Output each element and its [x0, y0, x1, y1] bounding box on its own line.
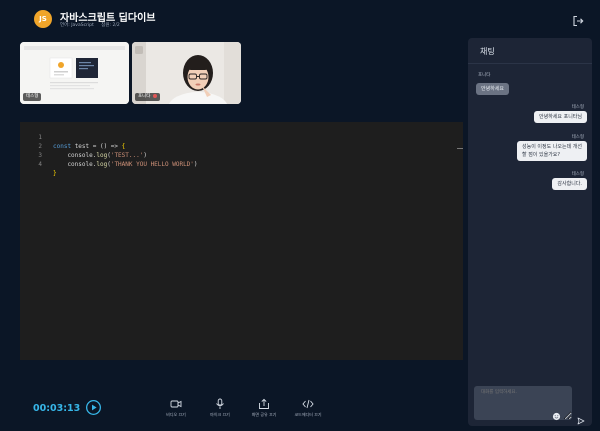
control-label: 마이크 끄기 [210, 412, 230, 417]
chat-message-outgoing: 성능이 이정도 나오는데 개선 할 점이 있을가요? [517, 141, 587, 161]
timer-play-button[interactable] [86, 400, 101, 415]
code-text: console.log('THANK YOU HELLO WORLD') [53, 161, 198, 168]
message-sender: 테스형 [571, 135, 584, 140]
exit-button[interactable] [572, 12, 584, 27]
mic-icon [216, 398, 224, 409]
app-window: JS 자바스크립트 딥다이브 언어: JavaScript 참원: 2/2 테스… [0, 0, 600, 431]
code-line: 1 const test = () => { [20, 124, 125, 150]
toggle-screen-share-button[interactable]: 화면 공유 끄기 [244, 398, 284, 420]
control-label: 비디오 끄기 [166, 412, 186, 417]
share-screen-icon [259, 398, 269, 409]
chat-divider [468, 63, 592, 64]
emoji-icon [552, 412, 561, 421]
mic-off-icon [153, 93, 158, 98]
send-icon [577, 417, 585, 425]
code-icon [302, 399, 314, 409]
code-text: const test = () => { [53, 143, 126, 150]
video-tile-screen-share[interactable]: 테스형 [20, 42, 129, 104]
toggle-code-editor-button[interactable]: 코드에디터 끄기 [288, 398, 328, 420]
header: JS 자바스크립트 딥다이브 언어: JavaScript 참원: 2/2 [0, 0, 600, 36]
message-sender: 포니타 [478, 73, 491, 78]
message-line: 성능이 이정도 나오는데 개선 [522, 144, 582, 150]
exit-icon [573, 15, 584, 27]
play-icon [87, 401, 100, 414]
video-tile-webcam[interactable]: 포니타 [132, 42, 241, 104]
video-icon [170, 400, 182, 408]
room-language: 언어: JavaScript [60, 23, 94, 28]
line-number: 4 [38, 161, 42, 168]
control-label: 코드에디터 끄기 [294, 412, 322, 417]
message-line: 할 점이 있을가요? [522, 152, 561, 158]
room-info: 언어: JavaScript 참원: 2/2 [60, 22, 126, 28]
code-editor[interactable]: 1 const test = () => { 2 console.log('TE… [20, 122, 463, 360]
send-button[interactable] [577, 410, 585, 425]
room-participants: 참원: 2/2 [101, 23, 120, 28]
chat-title: 채팅 [480, 47, 495, 56]
chat-message-incoming: 안녕하세요 [476, 83, 510, 95]
toggle-mic-button[interactable]: 마이크 끄기 [200, 398, 240, 420]
chat-panel: 채팅 포니타 안녕하세요 테스형 안녕하세요 포니타님 테스형 성능이 이정도 … [468, 38, 592, 426]
chat-message-outgoing: 감사합니다. [552, 178, 587, 190]
code-line: 4 } [20, 151, 56, 177]
tile-name-label: 포니타 [135, 93, 161, 101]
emoji-button[interactable] [552, 406, 561, 421]
code-line: 2 console.log('TEST...') [20, 133, 147, 159]
control-label: 화면 공유 끄기 [251, 412, 277, 417]
editor-scroll-marker[interactable] [457, 148, 463, 149]
message-sender: 테스형 [571, 172, 584, 177]
js-logo: JS [34, 10, 52, 28]
code-text: } [53, 170, 57, 177]
message-sender: 테스형 [571, 105, 584, 110]
code-line: 3 console.log('THANK YOU HELLO WORLD') [20, 142, 197, 168]
chat-message-outgoing: 안녕하세요 포니타님 [534, 111, 587, 123]
code-text: console.log('TEST...') [53, 152, 147, 159]
session-timer: 00:03:13 [33, 403, 81, 414]
tile-name: 포니타 [138, 94, 151, 99]
tile-name-label: 테스형 [23, 93, 42, 101]
toggle-video-button[interactable]: 비디오 끄기 [156, 398, 196, 420]
